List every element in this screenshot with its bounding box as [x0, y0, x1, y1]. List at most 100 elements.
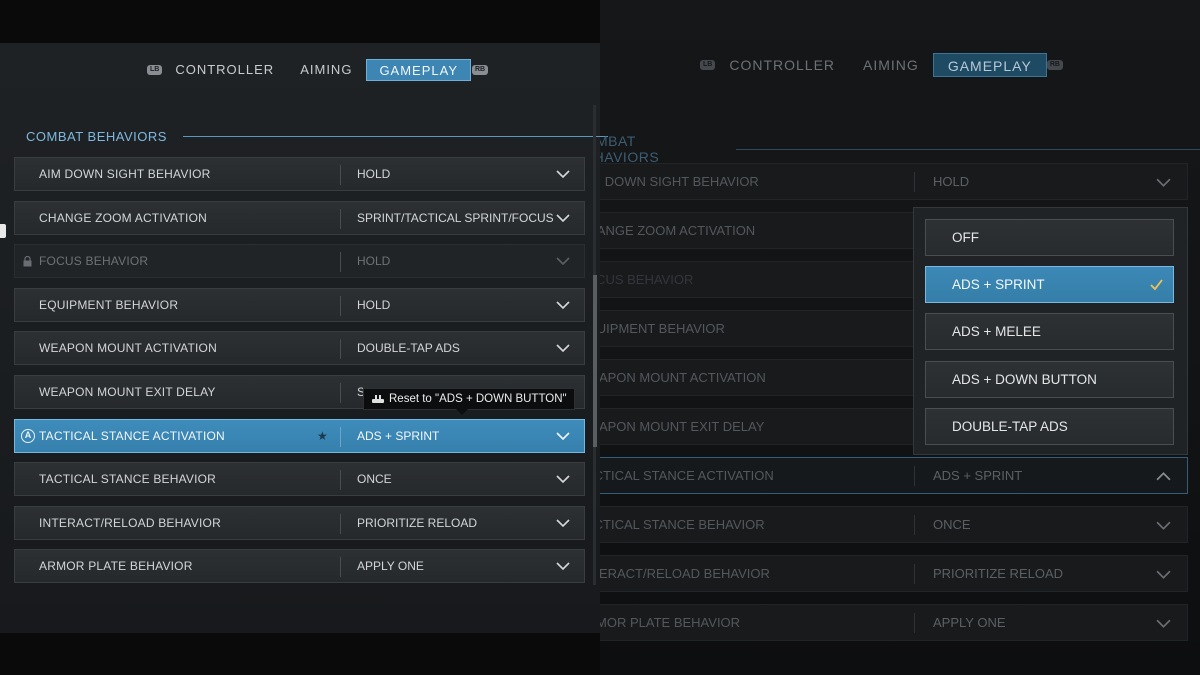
setting-label: EQUIPMENT BEHAVIOR	[600, 321, 725, 336]
lock-icon	[23, 256, 32, 267]
setting-value: SPRINT/TACTICAL SPRINT/FOCUS	[357, 210, 554, 225]
section-rule	[182, 136, 608, 137]
divider	[340, 557, 341, 578]
setting-row-tactical-stance-activation[interactable]: TACTICAL STANCE ACTIVATION ADS + SPRINT	[600, 457, 1188, 494]
section-heading: COMBAT BEHAVIORS	[26, 129, 608, 144]
divider	[340, 339, 341, 360]
option-label: OFF	[952, 230, 979, 245]
chevron-down-icon	[1156, 521, 1171, 530]
divider	[340, 252, 341, 273]
tab-bar-left: LB CONTROLLER AIMING GAMEPLAY RB	[147, 59, 489, 81]
setting-value: HOLD	[933, 174, 970, 189]
setting-row-change-zoom[interactable]: CHANGE ZOOM ACTIVATION SPRINT/TACTICAL S…	[14, 200, 585, 235]
setting-label: WEAPON MOUNT ACTIVATION	[39, 341, 217, 356]
setting-row-armor-plate[interactable]: ARMOR PLATE BEHAVIOR APPLY ONE	[14, 549, 585, 584]
chevron-down-icon	[1156, 178, 1171, 187]
chevron-down-icon	[556, 301, 570, 309]
setting-label: INTERACT/RELOAD BEHAVIOR	[39, 515, 221, 530]
divider	[914, 564, 915, 584]
setting-row-equipment-behavior[interactable]: EQUIPMENT BEHAVIOR HOLD	[14, 287, 585, 322]
setting-row-interact-reload[interactable]: INTERACT/RELOAD BEHAVIOR PRIORITIZE RELO…	[600, 555, 1188, 592]
chevron-down-icon	[556, 257, 570, 266]
setting-row-tactical-stance-activation[interactable]: A TACTICAL STANCE ACTIVATION ★ ADS + SPR…	[14, 418, 585, 453]
chevron-down-icon	[556, 214, 570, 222]
option-label: ADS + MELEE	[952, 324, 1041, 339]
tab-controller[interactable]: CONTROLLER	[715, 53, 849, 77]
rb-bumper-icon: RB	[472, 65, 489, 75]
setting-label: CHANGE ZOOM ACTIVATION	[600, 223, 756, 238]
tab-bar-right: LB CONTROLLER AIMING GAMEPLAY RB	[700, 53, 1063, 77]
chevron-down-icon	[556, 170, 570, 179]
section-rule	[736, 148, 1200, 150]
setting-row-aim-down-sight[interactable]: AIM DOWN SIGHT BEHAVIOR HOLD	[600, 163, 1188, 200]
setting-value: APPLY ONE	[933, 615, 1006, 630]
divider	[914, 515, 915, 535]
option-ads-melee[interactable]: ADS + MELEE	[925, 313, 1174, 350]
settings-list: AIM DOWN SIGHT BEHAVIOR HOLD CHANGE ZOOM…	[14, 157, 585, 593]
setting-value: HOLD	[357, 167, 391, 181]
a-button-icon: A	[21, 428, 35, 443]
tab-aiming[interactable]: AIMING	[849, 53, 933, 77]
setting-row-tactical-stance-behavior[interactable]: TACTICAL STANCE BEHAVIOR ONCE	[600, 506, 1188, 543]
divider	[914, 466, 915, 486]
chevron-down-icon	[1156, 619, 1171, 628]
tab-controller[interactable]: CONTROLLER	[163, 59, 286, 81]
option-label: ADS + DOWN BUTTON	[952, 372, 1097, 387]
tab-gameplay[interactable]: GAMEPLAY	[932, 53, 1047, 77]
option-double-tap-ads[interactable]: DOUBLE-TAP ADS	[925, 408, 1174, 445]
divider	[914, 613, 915, 633]
setting-row-armor-plate[interactable]: ARMOR PLATE BEHAVIOR APPLY ONE	[600, 604, 1188, 641]
setting-label: EQUIPMENT BEHAVIOR	[39, 297, 179, 312]
chevron-down-icon	[556, 562, 570, 571]
setting-value: PRIORITIZE RELOAD	[357, 515, 478, 530]
option-ads-sprint[interactable]: ADS + SPRINT	[925, 266, 1174, 303]
setting-row-aim-down-sight[interactable]: AIM DOWN SIGHT BEHAVIOR HOLD	[14, 157, 585, 191]
tab-aiming[interactable]: AIMING	[288, 59, 364, 81]
options-dropdown: OFF ADS + SPRINT ADS + MELEE ADS + DOWN …	[913, 207, 1188, 455]
scrollbar-thumb[interactable]	[593, 275, 597, 447]
setting-label: CHANGE ZOOM ACTIVATION	[39, 210, 207, 225]
chevron-down-icon	[556, 475, 570, 484]
divider	[340, 470, 341, 491]
setting-label: WEAPON MOUNT EXIT DELAY	[39, 384, 216, 399]
setting-label: FOCUS BEHAVIOR	[600, 272, 694, 287]
setting-row-focus-behavior: FOCUS BEHAVIOR HOLD	[14, 244, 585, 279]
divider	[340, 382, 341, 403]
side-handle[interactable]	[0, 224, 6, 238]
chevron-down-icon	[556, 344, 570, 353]
divider	[340, 513, 341, 534]
setting-label: ARMOR PLATE BEHAVIOR	[600, 615, 741, 630]
option-label: ADS + SPRINT	[952, 277, 1045, 292]
chevron-down-icon	[556, 519, 570, 527]
lb-bumper-icon: LB	[700, 60, 716, 70]
setting-value: ONCE	[933, 517, 971, 532]
setting-label: AIM DOWN SIGHT BEHAVIOR	[39, 167, 211, 181]
section-title: COMBAT BEHAVIORS	[600, 133, 660, 165]
option-off[interactable]: OFF	[925, 219, 1174, 256]
option-ads-down-button[interactable]: ADS + DOWN BUTTON	[925, 361, 1174, 398]
setting-label: WEAPON MOUNT EXIT DELAY	[600, 419, 765, 434]
chevron-down-icon	[1156, 570, 1171, 579]
divider	[340, 426, 341, 447]
setting-value: APPLY ONE	[357, 559, 424, 574]
setting-label: INTERACT/RELOAD BEHAVIOR	[600, 566, 770, 581]
setting-label: WEAPON MOUNT ACTIVATION	[600, 370, 766, 385]
section-heading: COMBAT BEHAVIORS	[600, 133, 1200, 165]
tab-gameplay[interactable]: GAMEPLAY	[366, 59, 471, 81]
setting-value: DOUBLE-TAP ADS	[357, 341, 460, 356]
setting-label: ARMOR PLATE BEHAVIOR	[39, 559, 193, 574]
star-icon[interactable]: ★	[317, 429, 328, 443]
option-label: DOUBLE-TAP ADS	[952, 419, 1068, 434]
setting-row-tactical-stance-behavior[interactable]: TACTICAL STANCE BEHAVIOR ONCE	[14, 462, 585, 497]
setting-row-weapon-mount-activation[interactable]: WEAPON MOUNT ACTIVATION DOUBLE-TAP ADS	[14, 331, 585, 366]
setting-value: HOLD	[357, 254, 391, 269]
chevron-down-icon	[556, 431, 570, 440]
section-title: COMBAT BEHAVIORS	[26, 129, 167, 144]
setting-row-interact-reload[interactable]: INTERACT/RELOAD BEHAVIOR PRIORITIZE RELO…	[14, 505, 585, 540]
controller-button-icon	[372, 395, 384, 403]
setting-label: TACTICAL STANCE BEHAVIOR	[600, 517, 765, 532]
divider	[340, 208, 341, 229]
divider	[914, 172, 915, 192]
setting-value: PRIORITIZE RELOAD	[933, 566, 1064, 581]
setting-value: ADS + SPRINT	[357, 428, 440, 443]
